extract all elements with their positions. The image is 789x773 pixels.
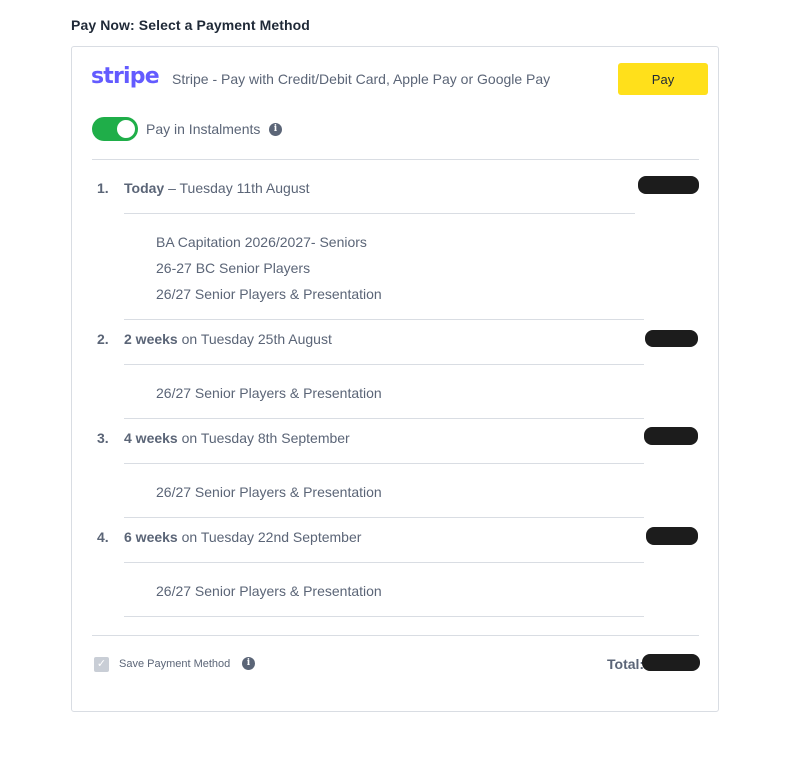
instalment-number: 3. xyxy=(97,430,109,446)
divider xyxy=(124,616,644,617)
instalment-number: 2. xyxy=(97,331,109,347)
instalment-when: 4 weeks xyxy=(124,430,178,446)
divider xyxy=(92,635,699,636)
list-item: 26/27 Senior Players & Presentation xyxy=(156,583,382,599)
redacted-amount xyxy=(645,330,698,347)
instalment-heading: 6 weeks on Tuesday 22nd September xyxy=(124,529,361,545)
instalment-date: on Tuesday 22nd September xyxy=(177,529,362,545)
list-item: 26/27 Senior Players & Presentation xyxy=(156,286,382,302)
list-item: 26-27 BC Senior Players xyxy=(156,260,311,276)
save-payment-checkbox[interactable]: ✓ xyxy=(94,657,109,672)
list-item: 26/27 Senior Players & Presentation xyxy=(156,385,382,401)
instalment-heading: 4 weeks on Tuesday 8th September xyxy=(124,430,350,446)
save-payment-label: Save Payment Method xyxy=(119,658,231,670)
divider xyxy=(124,213,635,214)
instalment-number: 4. xyxy=(97,529,109,545)
toggle-knob xyxy=(117,120,135,138)
payment-method-card: stripe Stripe - Pay with Credit/Debit Ca… xyxy=(71,46,719,712)
divider xyxy=(124,319,644,320)
instalment-date: – Tuesday 11th August xyxy=(164,180,310,196)
page-title: Pay Now: Select a Payment Method xyxy=(71,17,310,33)
pay-button[interactable]: Pay xyxy=(618,63,708,95)
info-icon[interactable]: i xyxy=(269,123,282,136)
instalment-when: 6 weeks xyxy=(124,529,178,545)
divider xyxy=(92,159,699,160)
instalment-heading: 2 weeks on Tuesday 25th August xyxy=(124,331,332,347)
instalments-toggle[interactable] xyxy=(92,117,138,141)
stripe-logo: stripe xyxy=(91,64,160,89)
redacted-total xyxy=(642,654,700,671)
redacted-amount xyxy=(638,176,699,194)
instalment-date: on Tuesday 8th September xyxy=(177,430,350,446)
divider xyxy=(124,562,644,563)
list-item: BA Capitation 2026/2027- Seniors xyxy=(156,234,367,250)
info-icon[interactable]: i xyxy=(242,657,255,670)
instalment-when: Today xyxy=(124,180,165,196)
divider xyxy=(124,517,644,518)
redacted-amount xyxy=(646,527,698,545)
divider xyxy=(124,364,644,365)
list-item: 26/27 Senior Players & Presentation xyxy=(156,484,382,500)
total-label: Total: xyxy=(607,656,645,672)
instalment-date: on Tuesday 25th August xyxy=(177,331,332,347)
instalments-toggle-label: Pay in Instalments xyxy=(146,121,261,137)
stripe-description: Stripe - Pay with Credit/Debit Card, App… xyxy=(172,71,551,87)
divider xyxy=(124,418,644,419)
instalment-number: 1. xyxy=(97,180,109,196)
redacted-amount xyxy=(644,427,698,445)
instalment-when: 2 weeks xyxy=(124,331,178,347)
divider xyxy=(124,463,644,464)
instalment-heading: Today – Tuesday 11th August xyxy=(124,180,310,196)
